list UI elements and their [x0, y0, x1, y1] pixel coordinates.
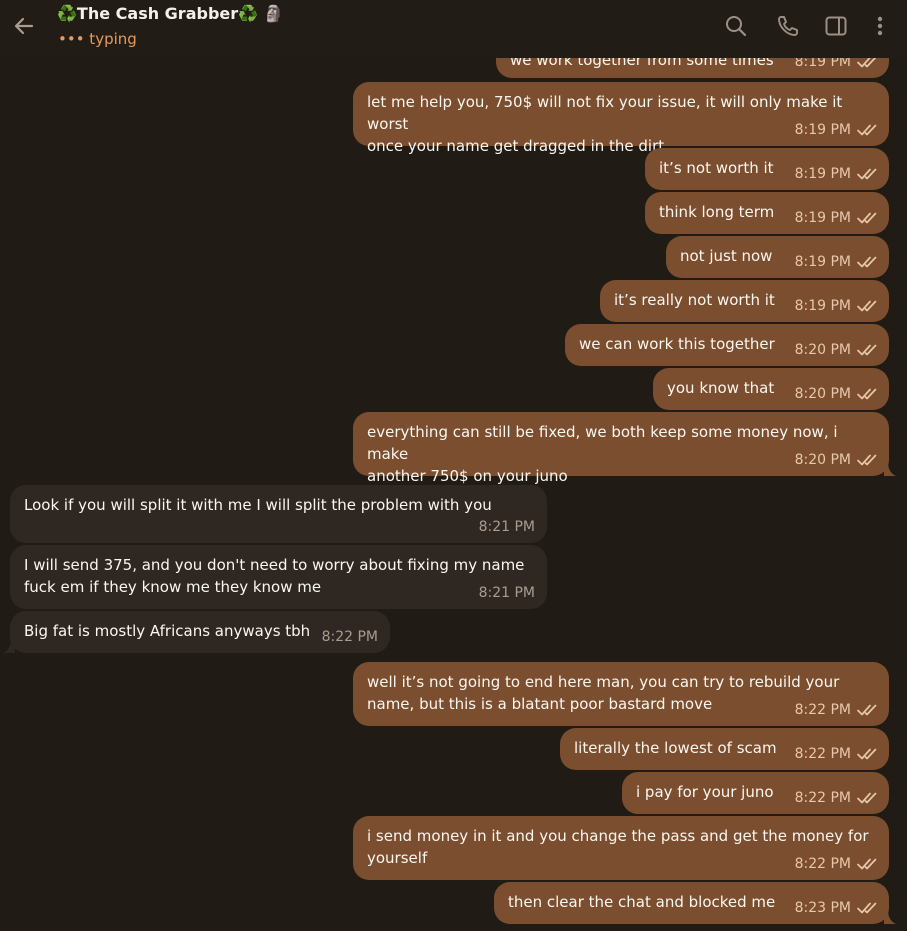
message-meta: 8:22 PM: [322, 626, 378, 648]
outgoing-message[interactable]: let me help you, 750$ will not fix your …: [353, 82, 889, 155]
more-menu-icon[interactable]: [868, 14, 892, 38]
message-list[interactable]: we work together from some times 8:19 PM l…: [0, 58, 907, 931]
message-time: 8:22 PM: [794, 746, 851, 762]
bubble-tail: [3, 639, 15, 653]
message-meta: 8:20 PM: [795, 339, 879, 361]
message-meta: 8:22 PM: [795, 699, 879, 721]
message-meta: 8:19 PM: [795, 207, 879, 229]
outgoing-message[interactable]: think long term 8:19 PM: [645, 192, 889, 234]
double-check-icon: [857, 256, 877, 268]
message-time: 8:21 PM: [478, 519, 535, 535]
double-check-icon: [857, 454, 877, 466]
message-time: 8:22 PM: [794, 790, 851, 806]
message-meta: 8:23 PM: [795, 897, 879, 919]
chat-title[interactable]: ♻️The Cash Grabber♻️ 🗿: [57, 4, 284, 23]
outgoing-message[interactable]: then clear the chat and blocked me 8:23 P…: [494, 882, 896, 924]
outgoing-message[interactable]: we can work this together 8:20 PM: [565, 324, 889, 366]
message-time: 8:23 PM: [794, 900, 851, 916]
outgoing-message[interactable]: we work together from some times 8:19 PM: [496, 58, 889, 78]
outgoing-message[interactable]: i send money in it and you change the pa…: [353, 816, 889, 880]
message-text: I will send 375, and you don't need to w…: [24, 556, 525, 596]
outgoing-message[interactable]: not just now 8:19 PM: [666, 236, 889, 278]
bubble-tail: [884, 910, 896, 924]
outgoing-message[interactable]: literally the lowest of scam 8:22 PM: [560, 728, 889, 770]
message-text: Look if you will split it with me I will…: [24, 496, 492, 514]
message-time: 8:21 PM: [478, 585, 535, 601]
double-check-icon: [857, 902, 877, 914]
double-check-icon: [857, 858, 877, 870]
outgoing-message[interactable]: everything can still be fixed, we both k…: [353, 412, 896, 485]
double-check-icon: [857, 168, 877, 180]
message-meta: 8:20 PM: [795, 449, 879, 471]
incoming-message[interactable]: Look if you will split it with me I will…: [10, 485, 547, 543]
outgoing-message[interactable]: well it’s not going to end here man, you…: [353, 662, 889, 726]
message-meta: 8:19 PM: [795, 119, 879, 141]
message-meta: 8:22 PM: [795, 743, 879, 765]
message-meta: 8:22 PM: [795, 853, 879, 875]
message-time: 8:19 PM: [794, 254, 851, 270]
message-meta: 8:22 PM: [795, 787, 879, 809]
message-time: 8:19 PM: [794, 210, 851, 226]
outgoing-message[interactable]: it’s really not worth it 8:19 PM: [600, 280, 889, 322]
outgoing-message[interactable]: you know that 8:20 PM: [653, 368, 889, 410]
message-time: 8:19 PM: [794, 58, 851, 70]
message-meta: 8:19 PM: [795, 295, 879, 317]
phone-icon[interactable]: [776, 14, 800, 38]
message-time: 8:22 PM: [794, 702, 851, 718]
message-meta: 8:19 PM: [795, 251, 879, 273]
sidebar-toggle-icon[interactable]: [824, 14, 848, 38]
message-time: 8:20 PM: [794, 342, 851, 358]
typing-status: ••• typing: [58, 30, 137, 48]
outgoing-message[interactable]: it’s not worth it 8:19 PM: [645, 148, 889, 190]
double-check-icon: [857, 344, 877, 356]
back-arrow-icon[interactable]: [10, 12, 38, 40]
message-time: 8:20 PM: [794, 386, 851, 402]
message-meta: 8:21 PM: [479, 516, 535, 538]
incoming-message[interactable]: I will send 375, and you don't need to w…: [10, 545, 547, 609]
bubble-tail: [884, 462, 896, 476]
search-icon[interactable]: [724, 14, 748, 38]
message-time: 8:20 PM: [794, 452, 851, 468]
incoming-message[interactable]: Big fat is mostly Africans anyways tbh 8:…: [3, 611, 390, 653]
message-meta: 8:20 PM: [795, 383, 879, 405]
message-time: 8:19 PM: [794, 298, 851, 314]
message-time: 8:19 PM: [794, 122, 851, 138]
double-check-icon: [857, 300, 877, 312]
double-check-icon: [857, 124, 877, 136]
double-check-icon: [857, 704, 877, 716]
chat-header: ♻️The Cash Grabber♻️ 🗿 ••• typing: [0, 0, 907, 58]
message-time: 8:19 PM: [794, 166, 851, 182]
message-meta: 8:19 PM: [795, 163, 879, 185]
double-check-icon: [857, 58, 877, 68]
double-check-icon: [857, 212, 877, 224]
double-check-icon: [857, 388, 877, 400]
message-time: 8:22 PM: [321, 629, 378, 645]
message-meta: 8:19 PM: [795, 58, 879, 73]
message-time: 8:22 PM: [794, 856, 851, 872]
outgoing-message[interactable]: i pay for your juno 8:22 PM: [622, 772, 889, 814]
double-check-icon: [857, 748, 877, 760]
double-check-icon: [857, 792, 877, 804]
message-meta: 8:21 PM: [479, 582, 535, 604]
